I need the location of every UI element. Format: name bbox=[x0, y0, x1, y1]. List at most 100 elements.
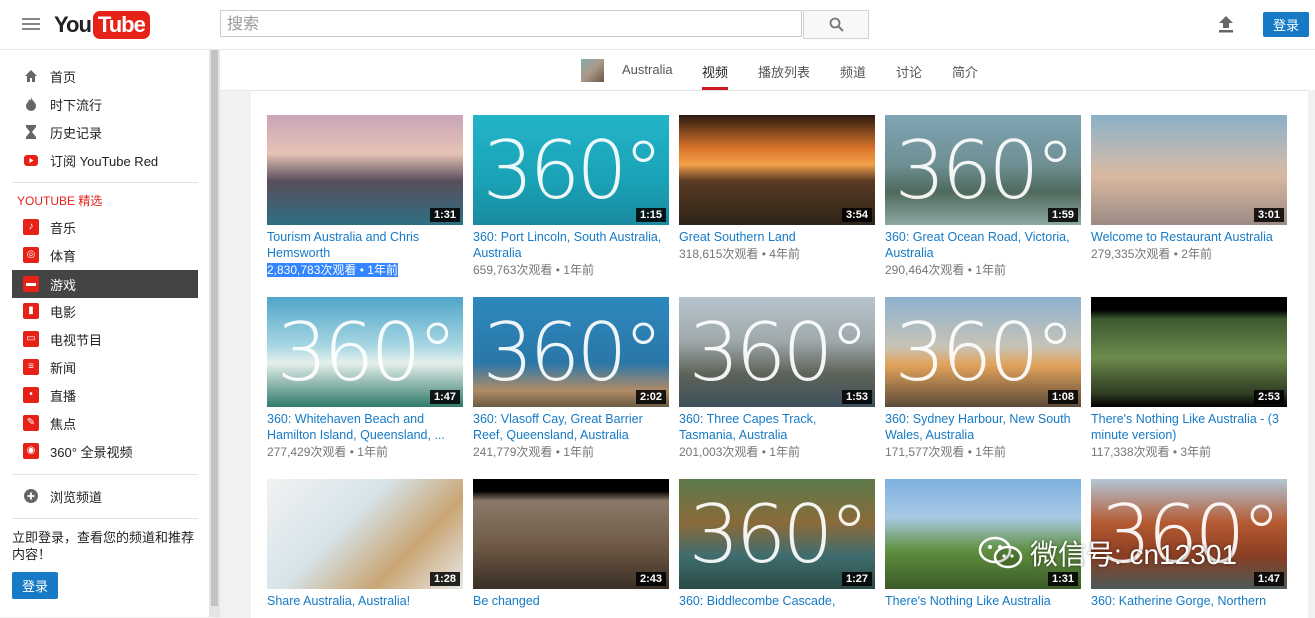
sidebar-scrollbar-thumb[interactable] bbox=[211, 50, 218, 606]
video-title[interactable]: 360: Port Lincoln, South Australia, Aust… bbox=[473, 229, 669, 261]
video-item[interactable]: 360° 1:27 360: Biddlecombe Cascade, bbox=[679, 479, 875, 609]
video-thumbnail[interactable]: 2:43 bbox=[473, 479, 669, 589]
video-duration: 1:31 bbox=[429, 208, 460, 222]
video-title[interactable]: 360: Three Capes Track, Tasmania, Austra… bbox=[679, 411, 875, 443]
sidebar-item-music[interactable]: ♪ 音乐 bbox=[12, 213, 198, 241]
sidebar-item-film[interactable]: ▮ 电影 bbox=[12, 297, 198, 325]
video-title[interactable]: 360: Great Ocean Road, Victoria, Austral… bbox=[885, 229, 1081, 261]
tab-playlists[interactable]: 播放列表 bbox=[758, 62, 810, 90]
sidebar-item-sports[interactable]: ◎ 体育 bbox=[12, 241, 198, 269]
video-thumbnail[interactable]: 360° 2:02 bbox=[473, 297, 669, 407]
video-duration: 1:08 bbox=[1047, 390, 1078, 404]
tab-videos[interactable]: 视频 bbox=[702, 62, 729, 90]
login-prompt: 立即登录，查看您的频道和推荐内容！ bbox=[12, 530, 195, 562]
sidebar-item-label: 焦点 bbox=[50, 416, 77, 432]
sidebar-item-trending[interactable]: 时下流行 bbox=[12, 90, 198, 118]
video-duration: 2:02 bbox=[635, 390, 666, 404]
plus-circle-icon bbox=[24, 489, 38, 503]
login-button[interactable]: 登录 bbox=[1263, 12, 1309, 37]
video-title[interactable]: Be changed bbox=[473, 593, 669, 609]
sidebar: 首页 时下流行 历史记录 订阅 YouTube Red YOUTUBE 精选 ♪… bbox=[0, 50, 209, 617]
video-title[interactable]: 360: Sydney Harbour, New South Wales, Au… bbox=[885, 411, 1081, 443]
video-item[interactable]: 360° 1:08 360: Sydney Harbour, New South… bbox=[885, 297, 1081, 460]
video-title[interactable]: There's Nothing Like Australia - (3 minu… bbox=[1091, 411, 1287, 443]
sidebar-item-spotlight[interactable]: ✎ 焦点 bbox=[12, 409, 198, 437]
video-title[interactable]: Share Australia, Australia! bbox=[267, 593, 463, 609]
video-title[interactable]: Welcome to Restaurant Australia bbox=[1091, 229, 1287, 245]
video-title[interactable]: There's Nothing Like Australia bbox=[885, 593, 1081, 609]
video-thumbnail[interactable]: 360° 1:27 bbox=[679, 479, 875, 589]
masthead: You Tube 搜索 登录 bbox=[0, 0, 1315, 50]
video-item[interactable]: 1:31 Tourism Australia and Chris Hemswor… bbox=[267, 115, 463, 278]
video-title[interactable]: 360: Katherine Gorge, Northern bbox=[1091, 593, 1287, 609]
video-item[interactable]: 3:01 Welcome to Restaurant Australia 279… bbox=[1091, 115, 1287, 262]
video-item[interactable]: 360° 1:53 360: Three Capes Track, Tasman… bbox=[679, 297, 875, 460]
video-duration: 2:43 bbox=[635, 572, 666, 586]
video-thumbnail[interactable]: 1:31 bbox=[267, 115, 463, 225]
tv-icon: ▭ bbox=[23, 331, 39, 347]
video-duration: 1:47 bbox=[1253, 572, 1284, 586]
video-thumbnail[interactable]: 360° 1:53 bbox=[679, 297, 875, 407]
sidebar-item-tv[interactable]: ▭ 电视节目 bbox=[12, 325, 198, 353]
youtube-logo[interactable]: You Tube bbox=[54, 11, 150, 39]
video-thumbnail[interactable]: 360° 1:08 bbox=[885, 297, 1081, 407]
video-meta: 318,615次观看 • 4年前 bbox=[679, 247, 800, 261]
tab-channels[interactable]: 频道 bbox=[840, 62, 866, 90]
sidebar-item-browse-channels[interactable]: 浏览频道 bbox=[12, 482, 198, 510]
video-item[interactable]: 360° 1:59 360: Great Ocean Road, Victori… bbox=[885, 115, 1081, 278]
sidebar-login-button[interactable]: 登录 bbox=[12, 572, 58, 599]
search-input[interactable]: 搜索 bbox=[220, 10, 802, 37]
video-item[interactable]: 360° 1:15 360: Port Lincoln, South Austr… bbox=[473, 115, 669, 278]
channel-avatar[interactable] bbox=[581, 59, 604, 82]
video-title[interactable]: 360: Whitehaven Beach and Hamilton Islan… bbox=[267, 411, 463, 443]
channel-name[interactable]: Australia bbox=[622, 62, 673, 90]
sidebar-item-label: 音乐 bbox=[50, 220, 77, 236]
page-scrollbar[interactable] bbox=[1308, 90, 1315, 617]
sidebar-item-gaming[interactable]: ▬ 游戏 bbox=[12, 270, 198, 298]
menu-icon[interactable] bbox=[22, 15, 40, 33]
video-title[interactable]: Tourism Australia and Chris Hemsworth bbox=[267, 229, 463, 261]
youtube-red-icon bbox=[24, 154, 38, 166]
video-thumbnail[interactable]: 1:28 bbox=[267, 479, 463, 589]
video-item[interactable]: 360° 1:47 360: Whitehaven Beach and Hami… bbox=[267, 297, 463, 460]
tab-about[interactable]: 简介 bbox=[952, 62, 978, 90]
video-item[interactable]: 3:54 Great Southern Land 318,615次观看 • 4年… bbox=[679, 115, 875, 262]
video-item[interactable]: 360° 2:02 360: Vlasoff Cay, Great Barrie… bbox=[473, 297, 669, 460]
video-item[interactable]: 2:43 Be changed bbox=[473, 479, 669, 609]
sidebar-item-live[interactable]: • 直播 bbox=[12, 381, 198, 409]
video-meta: 277,429次观看 • 1年前 bbox=[267, 445, 388, 459]
video-thumbnail[interactable]: 360° 1:47 bbox=[267, 297, 463, 407]
video-title[interactable]: 360: Vlasoff Cay, Great Barrier Reef, Qu… bbox=[473, 411, 669, 443]
sidebar-item-history[interactable]: 历史记录 bbox=[12, 118, 198, 146]
video-title[interactable]: Great Southern Land bbox=[679, 229, 875, 245]
video-duration: 1:28 bbox=[429, 572, 460, 586]
sidebar-item-home[interactable]: 首页 bbox=[12, 62, 198, 90]
sidebar-item-label: 游戏 bbox=[50, 277, 77, 293]
wechat-icon bbox=[978, 536, 1023, 569]
video-duration: 2:53 bbox=[1253, 390, 1284, 404]
video-thumbnail[interactable]: 3:54 bbox=[679, 115, 875, 225]
video-thumbnail[interactable]: 360° 1:59 bbox=[885, 115, 1081, 225]
sidebar-item-360-video[interactable]: ◉ 360° 全景视频 bbox=[12, 437, 198, 465]
divider bbox=[12, 182, 198, 183]
spotlight-icon: ✎ bbox=[23, 415, 39, 431]
sidebar-item-label: 电视节目 bbox=[50, 332, 103, 348]
wechat-watermark: 微信号: cn12301 bbox=[978, 533, 1237, 573]
video-item[interactable]: 1:28 Share Australia, Australia! bbox=[267, 479, 463, 609]
section-title: YOUTUBE 精选 bbox=[17, 194, 103, 208]
sidebar-item-youtube-red[interactable]: 订阅 YouTube Red bbox=[12, 146, 198, 174]
video-duration: 3:54 bbox=[841, 208, 872, 222]
video-meta: 290,464次观看 • 1年前 bbox=[885, 263, 1006, 277]
video-item[interactable]: 2:53 There's Nothing Like Australia - (3… bbox=[1091, 297, 1287, 460]
video-thumbnail[interactable]: 360° 1:15 bbox=[473, 115, 669, 225]
sidebar-item-news[interactable]: ≡ 新闻 bbox=[12, 353, 198, 381]
sidebar-item-label: 订阅 YouTube Red bbox=[50, 153, 159, 169]
upload-icon[interactable] bbox=[1216, 14, 1236, 34]
live-icon: • bbox=[23, 387, 39, 403]
tab-discussion[interactable]: 讨论 bbox=[896, 62, 922, 90]
video-thumbnail[interactable]: 2:53 bbox=[1091, 297, 1287, 407]
video-thumbnail[interactable]: 3:01 bbox=[1091, 115, 1287, 225]
divider bbox=[12, 474, 198, 475]
video-title[interactable]: 360: Biddlecombe Cascade, bbox=[679, 593, 875, 609]
search-button[interactable] bbox=[803, 10, 869, 39]
